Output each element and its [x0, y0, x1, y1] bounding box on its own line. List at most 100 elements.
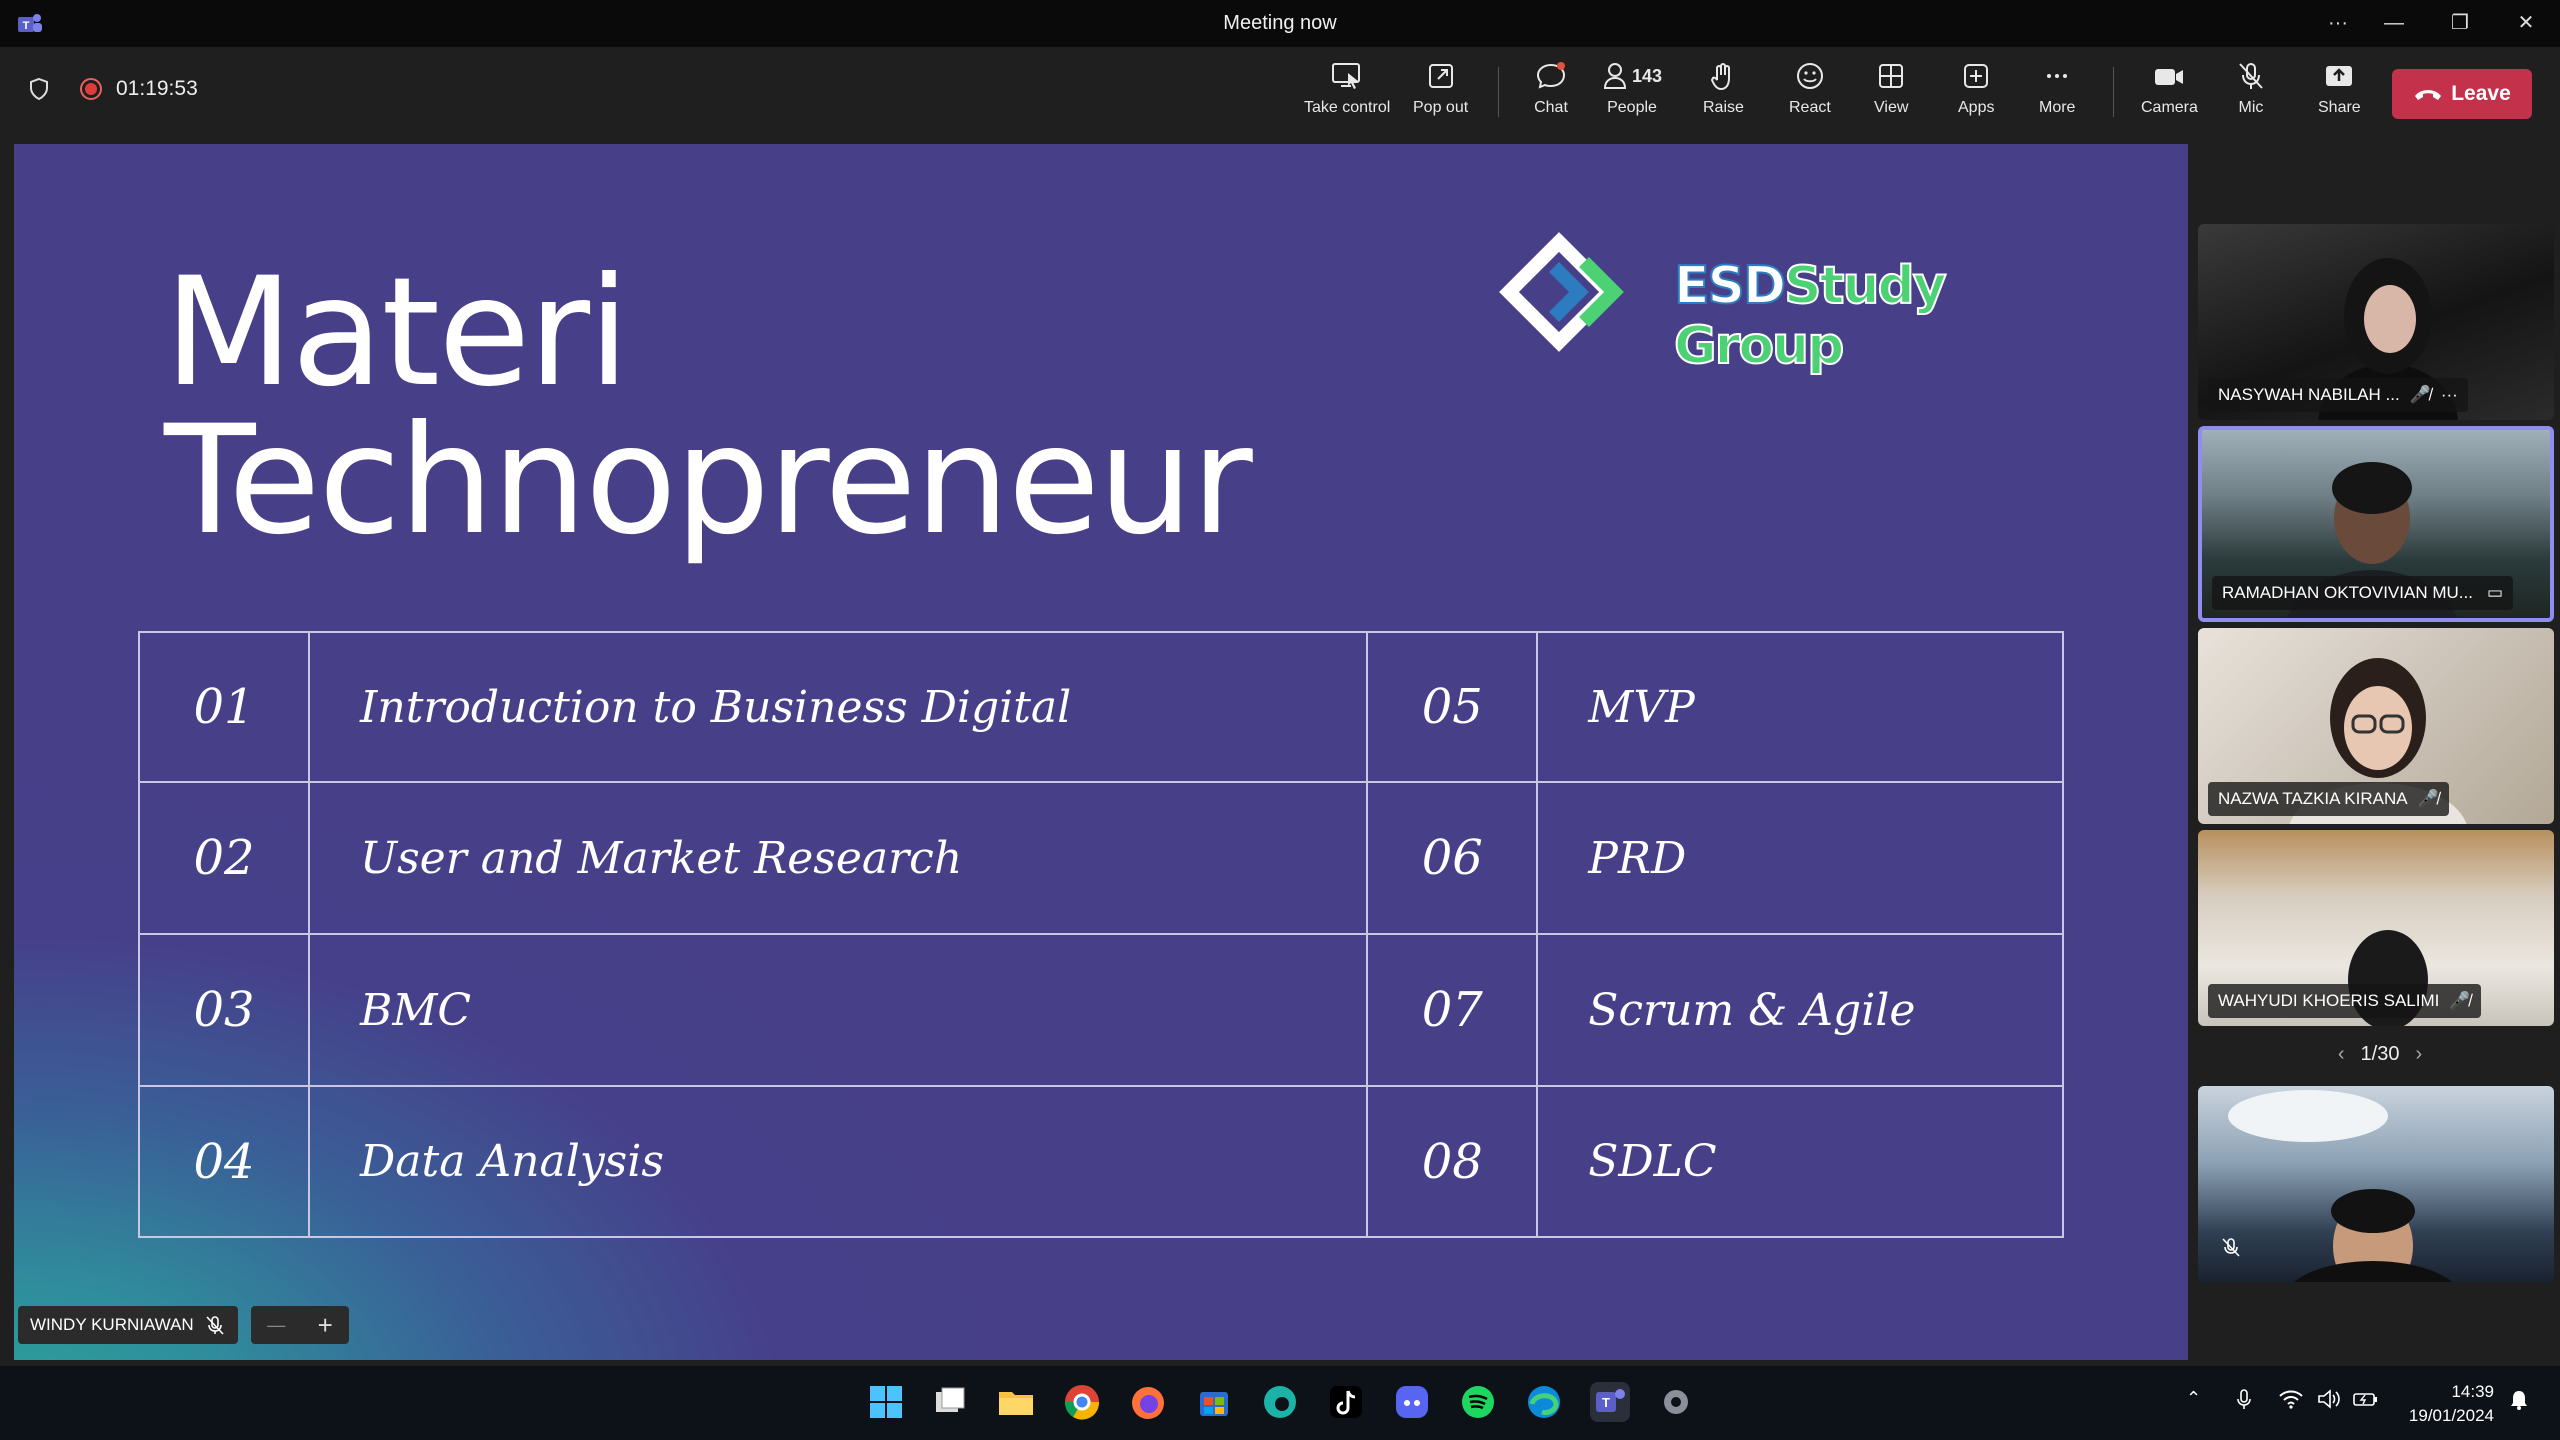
notification-bell-icon[interactable] — [2508, 1388, 2530, 1412]
more-button[interactable]: More — [2039, 61, 2075, 117]
topic-label: Data Analysis — [307, 1085, 1369, 1238]
camera-button[interactable]: Camera — [2141, 61, 2198, 117]
presenter-name-tag: WINDY KURNIAWAN — [18, 1306, 238, 1344]
topics-table: 01 Introduction to Business Digital 05 M… — [138, 631, 2064, 1238]
participant-name: NAZWA TAZKIA KIRANA — [2218, 789, 2408, 808]
esd-logo-mark-icon — [1499, 232, 1624, 352]
participant-name: NASYWAH NABILAH ... — [2218, 385, 2400, 404]
more-options-icon[interactable]: ··· — [2441, 385, 2458, 405]
topic-number: 04 — [138, 1085, 310, 1238]
self-view-tile[interactable] — [2198, 1086, 2554, 1282]
teams-icon[interactable]: T — [1590, 1382, 1630, 1422]
minimize-button[interactable]: — — [2374, 8, 2414, 38]
participant-tile[interactable]: WAHYUDI KHOERIS SALIMI 🎤̸ — [2198, 830, 2554, 1026]
phone-hangup-icon — [2415, 90, 2442, 100]
shield-icon[interactable] — [28, 77, 50, 101]
more-window-options-button[interactable]: ··· — [2318, 8, 2358, 38]
windows-taskbar: T ⌃ 14:39 19/01/2024 — [0, 1366, 2560, 1440]
view-button[interactable]: View — [1874, 61, 1908, 117]
discord-icon[interactable] — [1392, 1382, 1432, 1422]
mic-button[interactable]: Mic — [2236, 61, 2266, 117]
topic-number: 05 — [1366, 631, 1539, 783]
shared-content-stage[interactable]: Materi Technopreneur ESDStudy Group 01 I… — [14, 144, 2188, 1360]
raise-hand-icon — [1711, 63, 1731, 91]
raise-hand-button[interactable]: Raise — [1703, 61, 1744, 117]
share-screen-icon — [2326, 66, 2353, 86]
table-row: 02 User and Market Research 06 PRD — [138, 781, 2064, 935]
take-control-button[interactable]: Take control — [1304, 61, 1390, 117]
topic-number: 06 — [1366, 781, 1539, 935]
clock-time: 14:39 — [2451, 1382, 2494, 1401]
speaker-volume-icon[interactable] — [2316, 1388, 2342, 1410]
spotify-icon[interactable] — [1458, 1382, 1498, 1422]
meeting-toolbar: 01:19:53 Take control Pop out Chat 143 P… — [0, 47, 2560, 140]
share-button[interactable]: Share — [2318, 61, 2361, 117]
people-label: People — [1607, 99, 1657, 116]
mic-muted-icon: 🎤̸ — [2409, 385, 2431, 404]
edge-icon[interactable] — [1524, 1382, 1564, 1422]
topic-number: 07 — [1366, 933, 1539, 1087]
task-view-icon[interactable] — [930, 1382, 970, 1422]
tiktok-icon[interactable] — [1326, 1382, 1366, 1422]
topic-label: User and Market Research — [307, 781, 1369, 935]
mic-muted-icon — [2222, 1238, 2240, 1257]
table-row: 01 Introduction to Business Digital 05 M… — [138, 631, 2064, 783]
topic-label: Scrum & Agile — [1536, 933, 2064, 1087]
zoom-in-button[interactable]: + — [318, 1310, 333, 1341]
zoom-out-button[interactable]: — — [267, 1315, 285, 1336]
logo-esd-text: ESD — [1673, 255, 1787, 317]
more-label: More — [2039, 99, 2076, 116]
chrome-icon[interactable] — [1062, 1382, 1102, 1422]
edge-beta-icon[interactable] — [1260, 1382, 1300, 1422]
participant-tile[interactable]: NASYWAH NABILAH ... 🎤̸ ··· — [2198, 224, 2554, 420]
topic-label: Introduction to Business Digital — [307, 631, 1369, 783]
file-explorer-icon[interactable] — [996, 1382, 1036, 1422]
firefox-icon[interactable] — [1128, 1382, 1168, 1422]
microsoft-store-icon[interactable] — [1194, 1382, 1234, 1422]
participant-pager: ‹ 1/30 › — [2320, 1043, 2440, 1066]
chat-button[interactable]: Chat — [1534, 61, 1568, 117]
windows-start-icon[interactable] — [866, 1382, 906, 1422]
chevron-up-icon[interactable]: ⌃ — [2186, 1388, 2201, 1409]
leave-label: Leave — [2451, 82, 2511, 105]
previous-page-icon[interactable]: ‹ — [2338, 1043, 2345, 1065]
screen-share-icon: ▭ — [2486, 583, 2504, 602]
participant-name: RAMADHAN OKTOVIVIAN MU... — [2222, 583, 2473, 602]
camera-icon — [2155, 69, 2184, 85]
topic-label: SDLC — [1536, 1085, 2064, 1238]
mic-muted-icon: 🎤̸ — [2449, 991, 2471, 1010]
zoom-controls: — + — [251, 1306, 349, 1344]
react-label: React — [1789, 99, 1831, 116]
next-page-icon[interactable]: › — [2415, 1043, 2422, 1065]
pop-out-button[interactable]: Pop out — [1413, 61, 1468, 117]
meeting-timer: 01:19:53 — [116, 77, 198, 100]
recording-icon — [80, 78, 102, 100]
view-label: View — [1874, 99, 1909, 116]
people-button[interactable]: 143 People — [1602, 61, 1662, 117]
mic-label: Mic — [2238, 99, 2264, 116]
topic-label: MVP — [1536, 631, 2064, 783]
mic-muted-icon: 🎤̸ — [2417, 789, 2439, 808]
restore-button[interactable]: ❐ — [2440, 8, 2480, 38]
participant-tile[interactable]: NAZWA TAZKIA KIRANA 🎤̸ — [2198, 628, 2554, 824]
participant-name: WAHYUDI KHOERIS SALIMI — [2218, 991, 2440, 1010]
participant-tile-active-speaker[interactable]: RAMADHAN OKTOVIVIAN MU... ▭ — [2198, 426, 2554, 622]
people-count: 143 — [1632, 65, 1663, 86]
apps-label: Apps — [1958, 99, 1995, 116]
topic-label: PRD — [1536, 781, 2064, 935]
system-clock[interactable]: 14:39 19/01/2024 — [2384, 1380, 2494, 1428]
apps-button[interactable]: Apps — [1958, 61, 1994, 117]
camera-label: Camera — [2141, 99, 2198, 116]
leave-button[interactable]: Leave — [2392, 69, 2532, 119]
wifi-icon[interactable] — [2278, 1388, 2304, 1410]
page-indicator: 1/30 — [2360, 1043, 2400, 1065]
settings-gear-icon[interactable] — [1656, 1382, 1696, 1422]
more-dots-icon — [2047, 74, 2068, 78]
close-button[interactable]: ✕ — [2506, 8, 2546, 38]
react-button[interactable]: React — [1789, 61, 1831, 117]
svg-text:T: T — [1602, 1395, 1610, 1410]
table-row: 03 BMC 07 Scrum & Agile — [138, 933, 2064, 1087]
mic-muted-icon — [206, 1316, 224, 1335]
microphone-icon[interactable] — [2234, 1388, 2254, 1412]
battery-charging-icon[interactable] — [2352, 1388, 2380, 1410]
